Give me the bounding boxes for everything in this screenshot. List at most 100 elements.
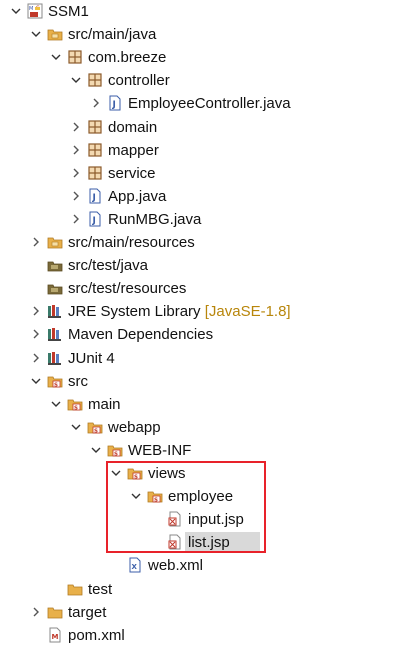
chevron-right-icon[interactable] <box>70 144 82 156</box>
tree-item-views[interactable]: Sviews <box>0 462 400 485</box>
chevron-right-icon[interactable] <box>70 121 82 133</box>
folder-icon: S <box>127 465 143 481</box>
tree-item-label: App.java <box>108 187 167 205</box>
package-icon <box>87 119 103 135</box>
tree-item-label: SSM1 <box>48 3 89 20</box>
chevron-right-icon[interactable] <box>70 213 82 225</box>
library-icon <box>47 350 63 366</box>
tree-item-com-breeze[interactable]: com.breeze <box>0 46 400 69</box>
tree-item-maven-dependencies[interactable]: Maven Dependencies <box>0 323 400 346</box>
chevron-down-icon[interactable] <box>90 444 102 456</box>
tree-item-junit-4[interactable]: JUnit 4 <box>0 347 400 370</box>
tree-item-src-main-resources[interactable]: src/main/resources <box>0 231 400 254</box>
source-folder-empty-icon <box>47 280 63 296</box>
folder-icon: S <box>147 488 163 504</box>
svg-text:S: S <box>134 475 138 481</box>
library-icon <box>47 326 63 342</box>
tree-item-web-inf[interactable]: S WEB-INF <box>0 439 400 462</box>
tree-item-jre-system-library[interactable]: JRE System Library [JavaSE-1.8] <box>0 300 400 323</box>
maven-pom-icon: M <box>47 627 63 643</box>
tree-item-webapp[interactable]: Swebapp <box>0 416 400 439</box>
tree-item-label: service <box>108 164 156 182</box>
tree-item-label: test <box>88 580 113 598</box>
chevron-right-icon[interactable] <box>30 328 42 340</box>
tree-item-label: target <box>68 603 107 621</box>
tree-item-domain[interactable]: domain <box>0 116 400 139</box>
tree-item-web-xml[interactable]: Xweb.xml <box>0 554 400 577</box>
tree-item-employeecontroller-java[interactable]: J EmployeeController.java <box>0 92 400 115</box>
tree-item-list-jsp[interactable]: list.jsp <box>0 531 400 554</box>
tree-item-test[interactable]: test <box>0 578 400 601</box>
folder-plain-icon <box>47 604 63 620</box>
tree-item-src[interactable]: Ssrc <box>0 370 400 393</box>
chevron-right-icon[interactable] <box>30 236 42 248</box>
chevron-down-icon[interactable] <box>30 28 42 40</box>
tree-item-target[interactable]: target <box>0 601 400 624</box>
tree-item-employee[interactable]: Semployee <box>0 485 400 508</box>
tree-item-input-jsp[interactable]: input.jsp <box>0 508 400 531</box>
tree-item-app-java[interactable]: J App.java <box>0 185 400 208</box>
tree-item-label: webapp <box>108 418 161 436</box>
tree-item-label: src/test/resources <box>68 280 187 298</box>
tree-item-ssm1[interactable]: MS SSM1 <box>0 0 400 23</box>
tree-item-label: Maven Dependencies <box>68 326 214 344</box>
chevron-right-icon[interactable] <box>30 305 42 317</box>
tree-item-src-main-java[interactable]: src/main/java <box>0 23 400 46</box>
tree-item-decoration: [JavaSE-1.8] <box>200 303 291 321</box>
svg-text:S: S <box>114 451 118 457</box>
chevron-right-icon[interactable] <box>30 352 42 364</box>
svg-text:S: S <box>54 382 58 388</box>
tree-item-runmbg-java[interactable]: J RunMBG.java <box>0 208 400 231</box>
xml-file-icon: X <box>127 557 143 573</box>
tree-item-label: views <box>148 465 186 482</box>
tree-item-label: domain <box>108 118 158 136</box>
chevron-down-icon[interactable] <box>70 421 82 433</box>
tree-item-controller[interactable]: controller <box>0 69 400 92</box>
tree-item-label: mapper <box>108 141 159 159</box>
chevron-right-icon[interactable] <box>70 190 82 202</box>
tree-item-src-test-java[interactable]: src/test/java <box>0 254 400 277</box>
chevron-right-icon[interactable] <box>90 97 102 109</box>
folder-icon: S <box>107 442 123 458</box>
folder-icon: S <box>47 373 63 389</box>
tree-item-label: employee <box>168 488 234 506</box>
tree-item-mapper[interactable]: mapper <box>0 139 400 162</box>
svg-text:X: X <box>132 563 138 571</box>
chevron-down-icon[interactable] <box>110 467 122 479</box>
svg-text:S: S <box>94 428 98 434</box>
tree-item-label: input.jsp <box>188 511 244 529</box>
java-file-icon: J <box>107 95 123 111</box>
chevron-down-icon[interactable] <box>50 398 62 410</box>
tree-item-label: list.jsp <box>188 534 230 552</box>
package-icon <box>87 72 103 88</box>
svg-text:S: S <box>154 498 158 504</box>
tree-item-src-test-resources[interactable]: src/test/resources <box>0 277 400 300</box>
svg-text:J: J <box>92 193 96 203</box>
package-icon <box>87 165 103 181</box>
tree-item-main[interactable]: Smain <box>0 393 400 416</box>
package-icon <box>87 142 103 158</box>
chevron-down-icon[interactable] <box>50 51 62 63</box>
folder-plain-icon <box>67 581 83 597</box>
package-icon <box>67 49 83 65</box>
maven-project-icon: MS <box>27 3 43 19</box>
source-folder-empty-icon <box>47 257 63 273</box>
tree-item-service[interactable]: service <box>0 162 400 185</box>
chevron-right-icon[interactable] <box>30 606 42 618</box>
folder-icon: S <box>67 396 83 412</box>
chevron-down-icon[interactable] <box>10 5 22 17</box>
tree-item-label: src/main/resources <box>68 234 195 251</box>
chevron-down-icon[interactable] <box>70 74 82 86</box>
chevron-down-icon[interactable] <box>130 490 142 502</box>
tree-item-label: EmployeeController.java <box>128 95 291 113</box>
tree-item-label: RunMBG.java <box>108 210 202 228</box>
tree-item-label: src <box>68 372 88 390</box>
folder-icon: S <box>87 419 103 435</box>
java-file-icon: J <box>87 188 103 204</box>
tree-item-label: WEB-INF <box>128 441 192 459</box>
chevron-down-icon[interactable] <box>30 375 42 387</box>
jsp-file-icon <box>167 534 183 550</box>
chevron-right-icon[interactable] <box>70 167 82 179</box>
tree-item-pom-xml[interactable]: Mpom.xml <box>0 624 400 647</box>
svg-text:M: M <box>29 6 33 12</box>
